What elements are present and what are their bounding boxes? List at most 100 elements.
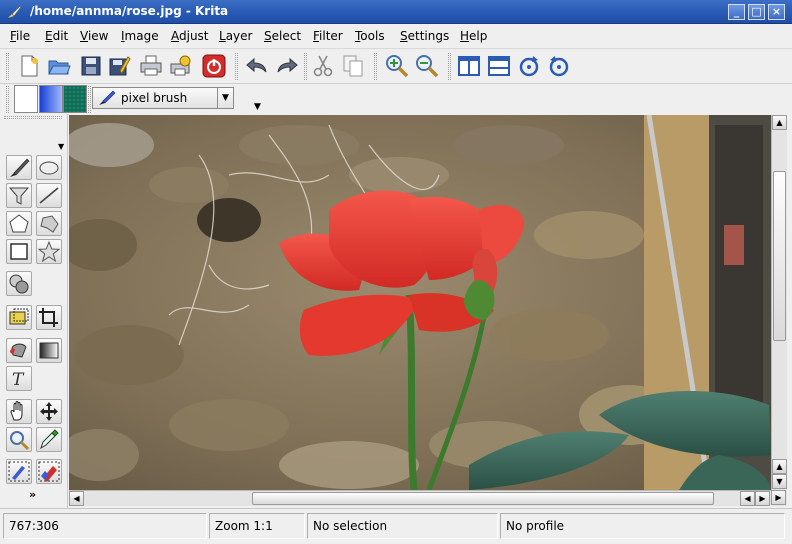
print-icon [140, 55, 162, 76]
color-fill-tool[interactable] [6, 338, 32, 363]
toolbar-grip[interactable] [6, 86, 9, 113]
close-window-button[interactable]: × [768, 4, 785, 20]
line-tool[interactable] [36, 183, 62, 208]
scroll-left-button[interactable]: ◀ [740, 491, 755, 506]
svg-text:T: T [12, 370, 25, 390]
text-tool[interactable]: T [6, 366, 32, 391]
toolbar-grip[interactable] [374, 53, 377, 80]
toolbar-grip[interactable] [88, 86, 91, 113]
toolbar-grip[interactable] [448, 53, 451, 80]
redo-button[interactable] [274, 53, 300, 79]
palette-menu-icon[interactable]: ▼ [58, 142, 64, 151]
color-picker-tool[interactable] [36, 427, 62, 452]
scroll-right-button[interactable]: ▶ [771, 490, 786, 505]
zoom-tool[interactable] [6, 427, 32, 452]
window-title: /home/annma/rose.jpg - Krita [30, 4, 229, 18]
scroll-right-button[interactable]: ▶ [755, 491, 770, 506]
scroll-down-button[interactable]: ▼ [772, 474, 787, 489]
crop-icon [39, 308, 58, 327]
menu-file[interactable]: File [10, 29, 30, 43]
zoom-in-button[interactable] [384, 53, 410, 79]
crop-tool[interactable] [36, 305, 62, 330]
chevron-down-icon[interactable]: ▼ [217, 88, 233, 108]
cut-button[interactable] [310, 53, 336, 79]
menu-adjust[interactable]: Adjust [171, 29, 209, 43]
open-button[interactable] [46, 53, 72, 79]
new-button[interactable] [16, 53, 42, 79]
split-horizontal-icon [488, 56, 510, 76]
toolbar-grip[interactable] [6, 53, 9, 80]
transform-tool[interactable] [6, 305, 32, 330]
menu-view[interactable]: View [80, 29, 108, 43]
menu-settings[interactable]: Settings [400, 29, 449, 43]
image-canvas[interactable] [69, 115, 771, 490]
zoom-out-button[interactable] [414, 53, 440, 79]
krita-app-icon[interactable] [6, 4, 22, 20]
toolbar-grip[interactable] [235, 53, 238, 80]
menu-image[interactable]: Image [121, 29, 159, 43]
duplicate-tool[interactable] [6, 271, 32, 296]
vertical-scroll-thumb[interactable] [773, 171, 786, 341]
main-toolbar [0, 49, 792, 84]
save-as-button[interactable] [106, 53, 132, 79]
horizontal-scrollbar[interactable]: ◀ ◀ ▶ [69, 490, 771, 506]
menu-filter[interactable]: Filter [313, 29, 343, 43]
menu-bar: File Edit View Image Adjust Layer Select Filter… [0, 24, 792, 49]
rectangle-tool[interactable] [6, 239, 32, 264]
fill-tool[interactable] [6, 183, 32, 208]
toolbar-grip[interactable] [304, 53, 307, 80]
minimize-button[interactable]: _ [728, 4, 745, 20]
pattern-chooser[interactable] [63, 85, 87, 113]
rotate-ccw-button[interactable] [546, 53, 572, 79]
print-preview-button[interactable] [168, 53, 194, 79]
scroll-up-button[interactable]: ▲ [772, 115, 787, 130]
menu-select[interactable]: Select [264, 29, 301, 43]
scroll-left-button[interactable]: ◀ [69, 491, 84, 506]
freehand-brush-tool[interactable] [6, 155, 32, 180]
selection-eraser-tool[interactable] [36, 459, 62, 484]
line-icon [39, 187, 59, 204]
gradient-icon [39, 342, 59, 359]
freehand-shape-tool[interactable] [36, 211, 62, 236]
save-button[interactable] [78, 53, 104, 79]
horizontal-scroll-thumb[interactable] [252, 492, 714, 505]
split-horizontal-button[interactable] [486, 53, 512, 79]
ellipse-tool[interactable] [36, 155, 62, 180]
brush-select[interactable]: pixel brush ▼ [92, 87, 234, 109]
print-button[interactable] [138, 53, 164, 79]
menu-layer[interactable]: Layer [219, 29, 252, 43]
menu-help[interactable]: Help [460, 29, 487, 43]
menu-edit[interactable]: Edit [45, 29, 68, 43]
toolbar-overflow-icon[interactable]: ▼ [254, 102, 261, 112]
title-bar: /home/annma/rose.jpg - Krita _ □ × [0, 0, 792, 24]
undo-button[interactable] [244, 53, 270, 79]
gradient-chooser[interactable] [39, 85, 63, 113]
selection-brush-icon [8, 461, 30, 482]
rotate-cw-button[interactable] [516, 53, 542, 79]
move-tool[interactable] [36, 399, 62, 424]
polygon-tool[interactable] [6, 211, 32, 236]
foreground-color-swatch[interactable] [14, 85, 38, 113]
zoom-level: Zoom 1:1 [209, 513, 305, 539]
palette-grip[interactable] [4, 116, 62, 119]
menu-tools[interactable]: Tools [355, 29, 385, 43]
maximize-button[interactable]: □ [748, 4, 765, 20]
pan-tool[interactable] [6, 399, 32, 424]
brush-selection-tool[interactable] [6, 459, 32, 484]
text-icon: T [12, 370, 25, 390]
transform-icon [9, 308, 29, 325]
gradient-tool[interactable] [36, 338, 62, 363]
save-icon [81, 56, 101, 76]
scroll-corner: ▶ [771, 490, 787, 506]
tool-palette: ▼ T » [0, 114, 68, 508]
rotate-ccw-icon [549, 56, 569, 77]
funnel-icon [8, 187, 30, 205]
chevron-down-icon[interactable]: » [29, 488, 36, 501]
selection-status: No selection [307, 513, 498, 539]
vertical-scrollbar[interactable]: ▲ ▲ ▼ [771, 115, 787, 490]
copy-button[interactable] [340, 53, 366, 79]
quit-button[interactable] [201, 53, 227, 79]
star-tool[interactable] [36, 239, 62, 264]
split-vertical-button[interactable] [456, 53, 482, 79]
scroll-up-button[interactable]: ▲ [772, 459, 787, 474]
